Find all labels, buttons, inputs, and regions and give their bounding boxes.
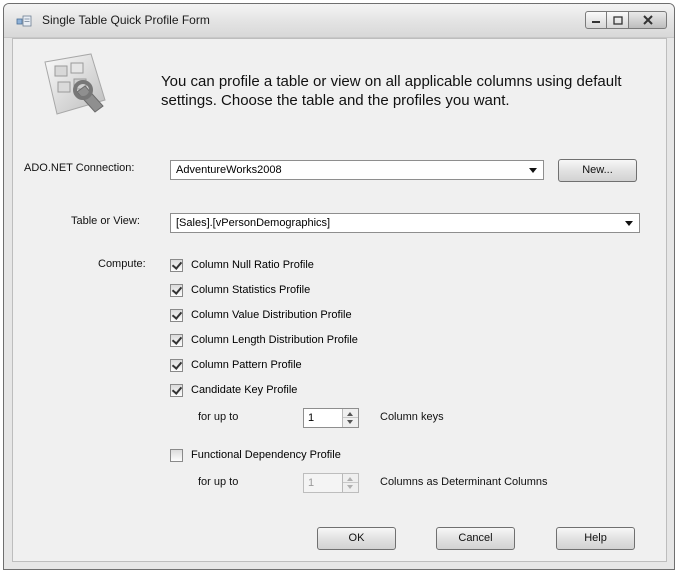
checkbox[interactable] bbox=[170, 358, 183, 372]
profile-label: Column Length Distribution Profile bbox=[191, 334, 358, 346]
stepper-arrows[interactable] bbox=[342, 409, 358, 427]
checkbox[interactable] bbox=[170, 308, 183, 322]
minimize-button[interactable] bbox=[585, 11, 607, 29]
title-bar[interactable]: Single Table Quick Profile Form bbox=[4, 4, 674, 38]
new-connection-button[interactable]: New... bbox=[558, 159, 637, 182]
profile-label: Column Null Ratio Profile bbox=[191, 259, 314, 271]
profile-null-ratio[interactable]: Column Null Ratio Profile bbox=[170, 257, 314, 273]
profile-label: Functional Dependency Profile bbox=[191, 449, 341, 461]
quick-profile-window: Single Table Quick Profile Form You can … bbox=[3, 3, 675, 570]
spin-down-icon[interactable] bbox=[347, 420, 353, 424]
profile-label: Column Pattern Profile bbox=[191, 359, 302, 371]
candidate-key-stepper[interactable]: 1 bbox=[303, 408, 359, 428]
divider bbox=[343, 417, 358, 418]
ok-button[interactable]: OK bbox=[317, 527, 396, 550]
minimize-icon bbox=[592, 21, 600, 23]
candidate-key-for-label: for up to bbox=[198, 411, 239, 423]
connection-label: ADO.NET Connection: bbox=[24, 162, 135, 174]
stepper-value: 1 bbox=[308, 477, 315, 489]
dialog-body: You can profile a table or view on all a… bbox=[12, 38, 667, 562]
spin-up-icon[interactable] bbox=[347, 477, 353, 481]
candidate-key-suffix: Column keys bbox=[380, 411, 444, 423]
compute-label: Compute: bbox=[98, 258, 146, 270]
checkbox[interactable] bbox=[170, 283, 183, 297]
caption-buttons bbox=[585, 11, 667, 29]
table-value: [Sales].[vPersonDemographics] bbox=[176, 217, 331, 229]
spin-down-icon[interactable] bbox=[347, 485, 353, 489]
profile-label: Candidate Key Profile bbox=[191, 384, 298, 396]
stepper-value: 1 bbox=[308, 412, 315, 424]
profile-functional-dependency[interactable]: Functional Dependency Profile bbox=[170, 447, 341, 463]
profile-label: Column Value Distribution Profile bbox=[191, 309, 352, 321]
profile-tool-icon bbox=[44, 53, 106, 115]
intro-text: You can profile a table or view on all a… bbox=[161, 73, 622, 109]
profile-statistics[interactable]: Column Statistics Profile bbox=[170, 282, 310, 298]
checkbox[interactable] bbox=[170, 448, 183, 462]
profile-candidate-key[interactable]: Candidate Key Profile bbox=[170, 382, 297, 398]
new-button-label: New... bbox=[582, 164, 613, 176]
connection-dropdown[interactable]: AdventureWorks2008 bbox=[170, 160, 544, 180]
profile-pattern[interactable]: Column Pattern Profile bbox=[170, 357, 302, 373]
fd-suffix: Columns as Determinant Columns bbox=[380, 476, 548, 488]
cancel-button[interactable]: Cancel bbox=[436, 527, 515, 550]
checkbox[interactable] bbox=[170, 258, 183, 272]
table-dropdown[interactable]: [Sales].[vPersonDemographics] bbox=[170, 213, 640, 233]
fd-for-label: for up to bbox=[198, 476, 239, 488]
window-title: Single Table Quick Profile Form bbox=[42, 13, 210, 27]
stepper-arrows[interactable] bbox=[342, 474, 358, 492]
chevron-down-icon bbox=[529, 168, 537, 173]
form-icon bbox=[16, 15, 32, 27]
help-button[interactable]: Help bbox=[556, 527, 635, 550]
profile-label: Column Statistics Profile bbox=[191, 284, 311, 296]
checkbox[interactable] bbox=[170, 333, 183, 347]
fd-stepper[interactable]: 1 bbox=[303, 473, 359, 493]
maximize-button[interactable] bbox=[607, 11, 629, 29]
spin-up-icon[interactable] bbox=[347, 412, 353, 416]
chevron-down-icon bbox=[625, 221, 633, 226]
divider bbox=[343, 482, 358, 483]
table-label: Table or View: bbox=[71, 215, 140, 227]
maximize-icon bbox=[612, 15, 623, 25]
connection-value: AdventureWorks2008 bbox=[176, 164, 282, 176]
checkbox[interactable] bbox=[170, 383, 183, 397]
profile-value-distribution[interactable]: Column Value Distribution Profile bbox=[170, 307, 352, 323]
close-icon bbox=[642, 15, 653, 25]
close-button[interactable] bbox=[629, 11, 667, 29]
profile-length-distribution[interactable]: Column Length Distribution Profile bbox=[170, 332, 358, 348]
